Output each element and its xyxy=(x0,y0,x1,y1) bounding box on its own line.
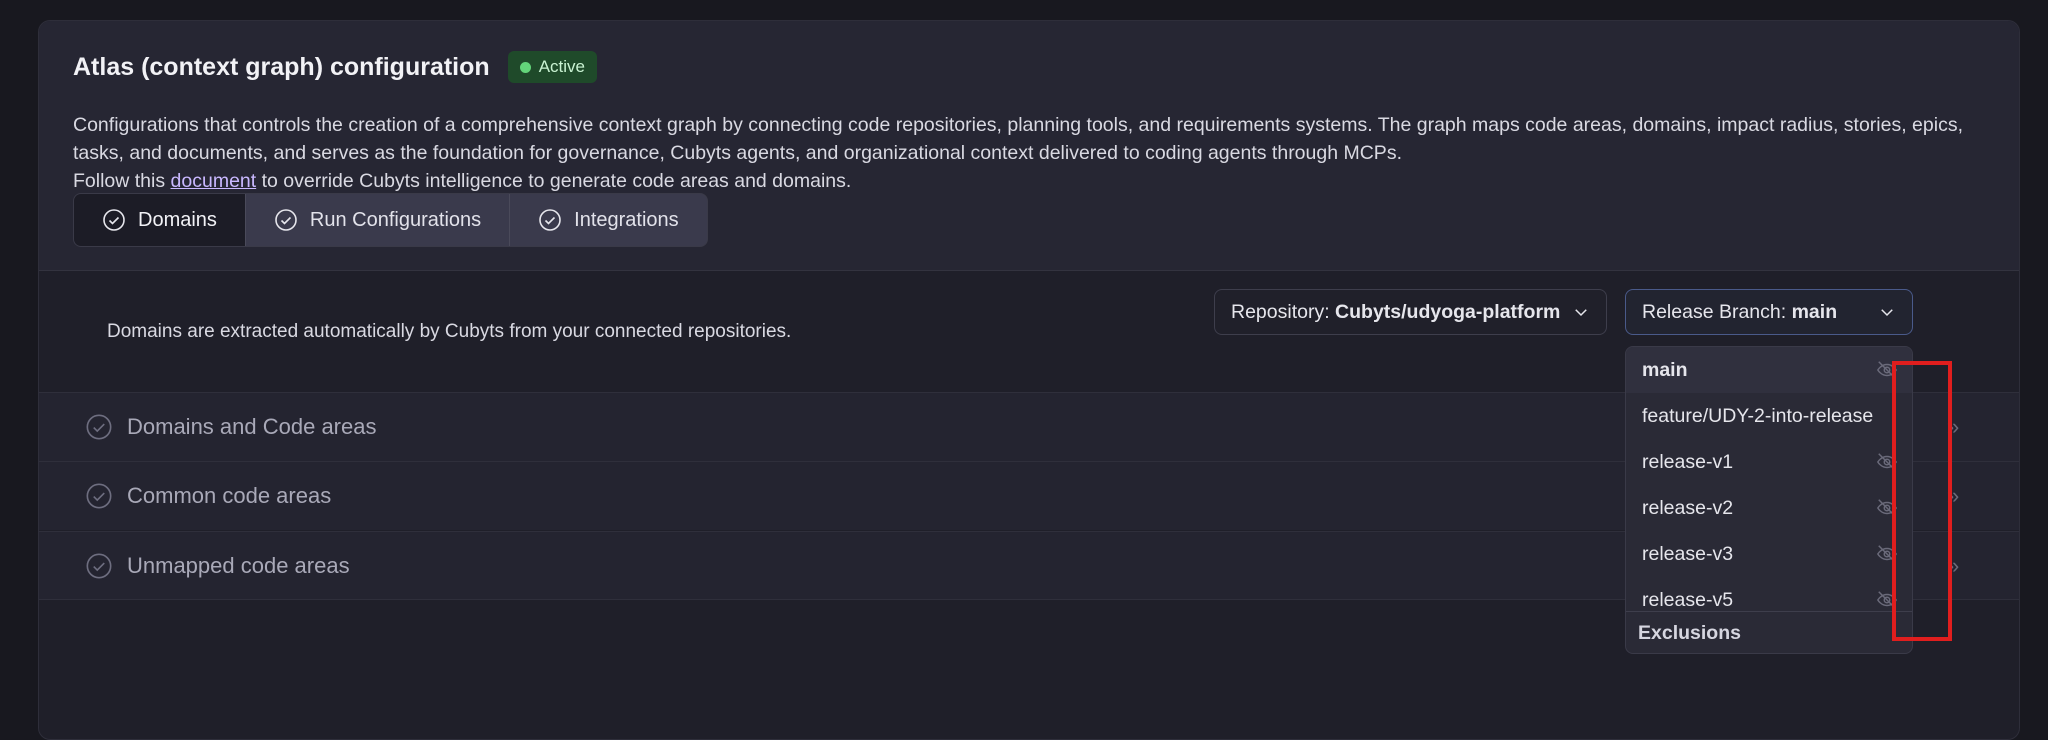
card-header: Atlas (context graph) configuration Acti… xyxy=(39,21,2019,271)
page-title: Atlas (context graph) configuration xyxy=(73,52,490,81)
follow-prefix: Follow this xyxy=(73,170,166,192)
branch-option-main[interactable]: main xyxy=(1626,347,1912,393)
follow-suffix: to override Cubyts intelligence to gener… xyxy=(261,170,852,192)
branch-option-feature[interactable]: feature/UDY-2-into-release xyxy=(1626,393,1912,439)
check-circle-icon xyxy=(539,209,561,231)
check-circle-icon xyxy=(86,414,112,440)
description-text: Configurations that controls the creatio… xyxy=(73,114,1963,164)
section-label: Unmapped code areas xyxy=(127,552,350,578)
branch-option-release-v2[interactable]: release-v2 xyxy=(1626,485,1912,531)
document-link[interactable]: document xyxy=(171,170,257,192)
tab-label: Domains xyxy=(138,208,217,231)
highlight-box xyxy=(1892,361,1952,641)
branch-menu: main feature/UDY-2-into-release release-… xyxy=(1625,346,1913,654)
branch-option-label: main xyxy=(1642,358,1688,381)
repository-prefix: Repository: xyxy=(1231,300,1330,323)
branch-dropdown-label: Release Branch: main xyxy=(1642,301,1868,324)
check-circle-icon xyxy=(86,553,112,578)
branch-value: main xyxy=(1791,300,1838,323)
tab-run-configurations[interactable]: Run Configurations xyxy=(246,194,511,246)
release-branch-dropdown[interactable]: Release Branch: main xyxy=(1625,289,1913,335)
repository-value: Cubyts/udyoga-platform xyxy=(1335,300,1561,323)
domains-description: Domains are extracted automatically by C… xyxy=(107,321,792,342)
tab-label: Integrations xyxy=(574,208,679,231)
repository-dropdown[interactable]: Repository: Cubyts/udyoga-platform xyxy=(1214,289,1607,335)
branch-option-label: release-v2 xyxy=(1642,496,1734,519)
status-dot-icon xyxy=(519,61,531,73)
tab-label: Run Configurations xyxy=(309,208,482,231)
title-row: Atlas (context graph) configuration Acti… xyxy=(73,51,597,83)
config-description: Configurations that controls the creatio… xyxy=(73,111,2003,195)
branch-option-label: release-v5 xyxy=(1642,588,1734,611)
section-label: Domains and Code areas xyxy=(127,414,377,439)
tab-integrations[interactable]: Integrations xyxy=(510,194,707,246)
section-label: Common code areas xyxy=(127,483,332,508)
menu-divider xyxy=(1626,611,1912,612)
tab-domains[interactable]: Domains xyxy=(74,194,246,246)
exclusions-header[interactable]: Exclusions xyxy=(1638,615,1741,651)
check-circle-icon xyxy=(86,483,112,509)
branch-option-release-v3[interactable]: release-v3 xyxy=(1626,531,1912,577)
chevron-down-icon xyxy=(1575,309,1587,317)
branch-prefix: Release Branch: xyxy=(1642,300,1787,323)
check-circle-icon xyxy=(103,209,125,231)
repository-dropdown-label: Repository: Cubyts/udyoga-platform xyxy=(1231,301,1562,324)
branch-option-release-v1[interactable]: release-v1 xyxy=(1626,439,1912,485)
status-badge: Active xyxy=(507,51,597,83)
branch-option-label: release-v1 xyxy=(1642,450,1734,473)
config-tabs: Domains Run Configurations Integrations xyxy=(73,193,708,247)
branch-option-label: release-v3 xyxy=(1642,542,1734,565)
status-badge-label: Active xyxy=(538,57,585,76)
chevron-down-icon xyxy=(1881,309,1893,317)
check-circle-icon xyxy=(275,209,297,231)
branch-option-label: feature/UDY-2-into-release xyxy=(1642,404,1874,427)
